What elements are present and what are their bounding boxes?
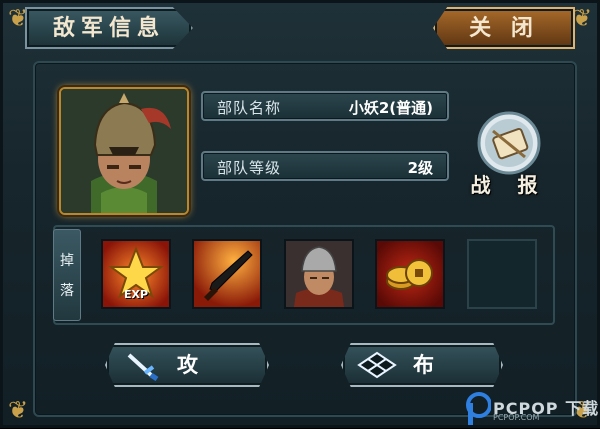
unit-name-label: 部队名称 (217, 99, 282, 117)
drop-slot-exp[interactable]: EXP (101, 239, 171, 309)
drops-label: 掉落 (53, 229, 81, 321)
enemy-info-dialog: ❦ ❦ ❦ ❦ 敌军信息 关 闭 部队名称 小妖2(普通) 部队等级 2级 战 … (0, 0, 600, 428)
drop-slot-general[interactable] (284, 239, 354, 309)
close-button[interactable]: 关 闭 (433, 7, 575, 49)
exp-text: EXP (123, 288, 149, 301)
unit-name-value: 小妖2(普通) (348, 99, 433, 117)
general-portrait-icon (286, 241, 352, 307)
battle-report-button[interactable]: 战 报 (465, 111, 553, 203)
scroll-report-icon (477, 111, 541, 175)
battle-report-label: 战 报 (470, 173, 548, 197)
sword-icon (127, 353, 159, 381)
drop-slot-sword[interactable] (192, 239, 262, 309)
unit-level-label: 部队等级 (217, 159, 282, 177)
formation-grid-icon (357, 351, 397, 379)
watermark-subtext: PCPOP.COM (493, 413, 540, 422)
formation-button[interactable]: 布 阵 (341, 343, 503, 387)
drop-slot-empty[interactable] (467, 239, 537, 309)
unit-level-value: 2级 (407, 159, 433, 177)
pcpop-logo-icon (466, 392, 491, 425)
watermark: PCPOP 下载 PCPOP.COM (465, 389, 600, 429)
attack-button[interactable]: 攻 击 (105, 343, 269, 387)
drop-slot-coins[interactable] (375, 239, 445, 309)
dialog-title: 敌军信息 (25, 7, 193, 49)
corner-ornament-icon: ❦ (7, 396, 29, 424)
helmeted-warrior-icon (61, 89, 187, 213)
unit-level-field: 部队等级 2级 (201, 151, 449, 181)
enemy-portrait (59, 87, 189, 215)
gold-coins-icon (377, 241, 443, 307)
sword-icon (194, 241, 260, 307)
unit-name-field: 部队名称 小妖2(普通) (201, 91, 449, 121)
